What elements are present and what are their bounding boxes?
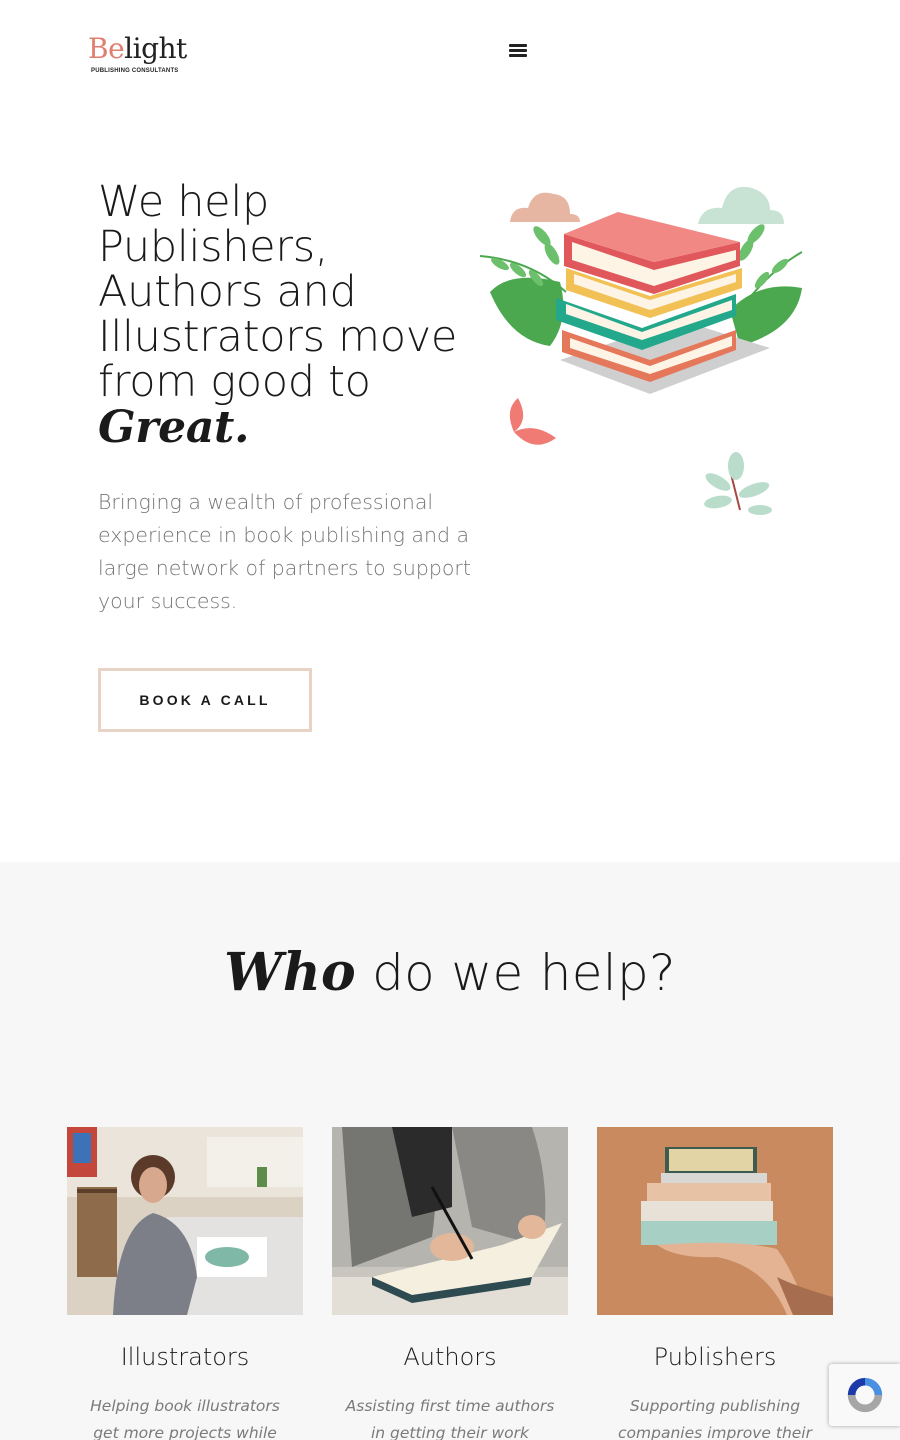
book-a-call-button[interactable]: BOOK A CALL: [98, 668, 312, 732]
cloud-icon: [698, 186, 784, 224]
hero-title-line: Authors and: [98, 267, 357, 317]
hero-title: We help Publishers, Authors and Illustra…: [98, 177, 518, 453]
recaptcha-badge[interactable]: [829, 1364, 900, 1426]
who-we-help-section: Who do we help? Illustrators Helping boo…: [0, 862, 900, 1440]
hero-title-emphasis: Great.: [98, 402, 250, 453]
illustrators-card[interactable]: Illustrators Helping book illustrators g…: [67, 1127, 303, 1440]
card-description: Assisting first time authors in getting …: [345, 1397, 555, 1440]
illustrator-painting-photo: [67, 1127, 303, 1315]
card-title: Authors: [403, 1343, 497, 1371]
logo-suffix: light: [124, 32, 187, 65]
logo-prefix: Be: [88, 32, 125, 65]
recaptcha-icon: [847, 1377, 882, 1413]
hamburger-menu-icon[interactable]: [509, 42, 531, 60]
card-description: Supporting publishing companies improve …: [618, 1397, 812, 1440]
card-description: Helping book illustrators get more proje…: [90, 1397, 280, 1440]
hand-holding-books-photo: [597, 1127, 833, 1315]
plant-icon: [704, 452, 772, 515]
author-writing-photo: [332, 1127, 568, 1315]
hero-title-line: Publishers,: [98, 222, 329, 272]
who-we-help-title: Who do we help?: [0, 942, 900, 1003]
logo-wordmark: Belight: [88, 34, 198, 64]
publishers-card[interactable]: Publishers Supporting publishing compani…: [597, 1127, 833, 1440]
petal-icon: [509, 398, 556, 445]
hero-title-line: We help: [98, 177, 269, 227]
hero-title-line: from good to: [98, 357, 371, 407]
cloud-icon: [510, 192, 580, 222]
logo-tagline: PUBLISHING CONSULTANTS: [91, 68, 179, 74]
hero-subtitle: Bringing a wealth of professional experi…: [98, 490, 471, 613]
site-header: Belight PUBLISHING CONSULTANTS: [0, 0, 900, 100]
card-title: Publishers: [653, 1343, 777, 1371]
stack-of-books-illustration: [479, 186, 803, 515]
leaves-icon: [479, 226, 567, 346]
authors-card[interactable]: Authors Assisting first time authors in …: [332, 1127, 568, 1440]
site-logo[interactable]: Belight PUBLISHING CONSULTANTS: [88, 34, 198, 80]
card-title: Illustrators: [120, 1343, 250, 1371]
who-title-rest: do we help?: [355, 944, 676, 1002]
who-emphasis: Who: [224, 942, 356, 1003]
hero-title-line: Illustrators move: [98, 312, 458, 362]
